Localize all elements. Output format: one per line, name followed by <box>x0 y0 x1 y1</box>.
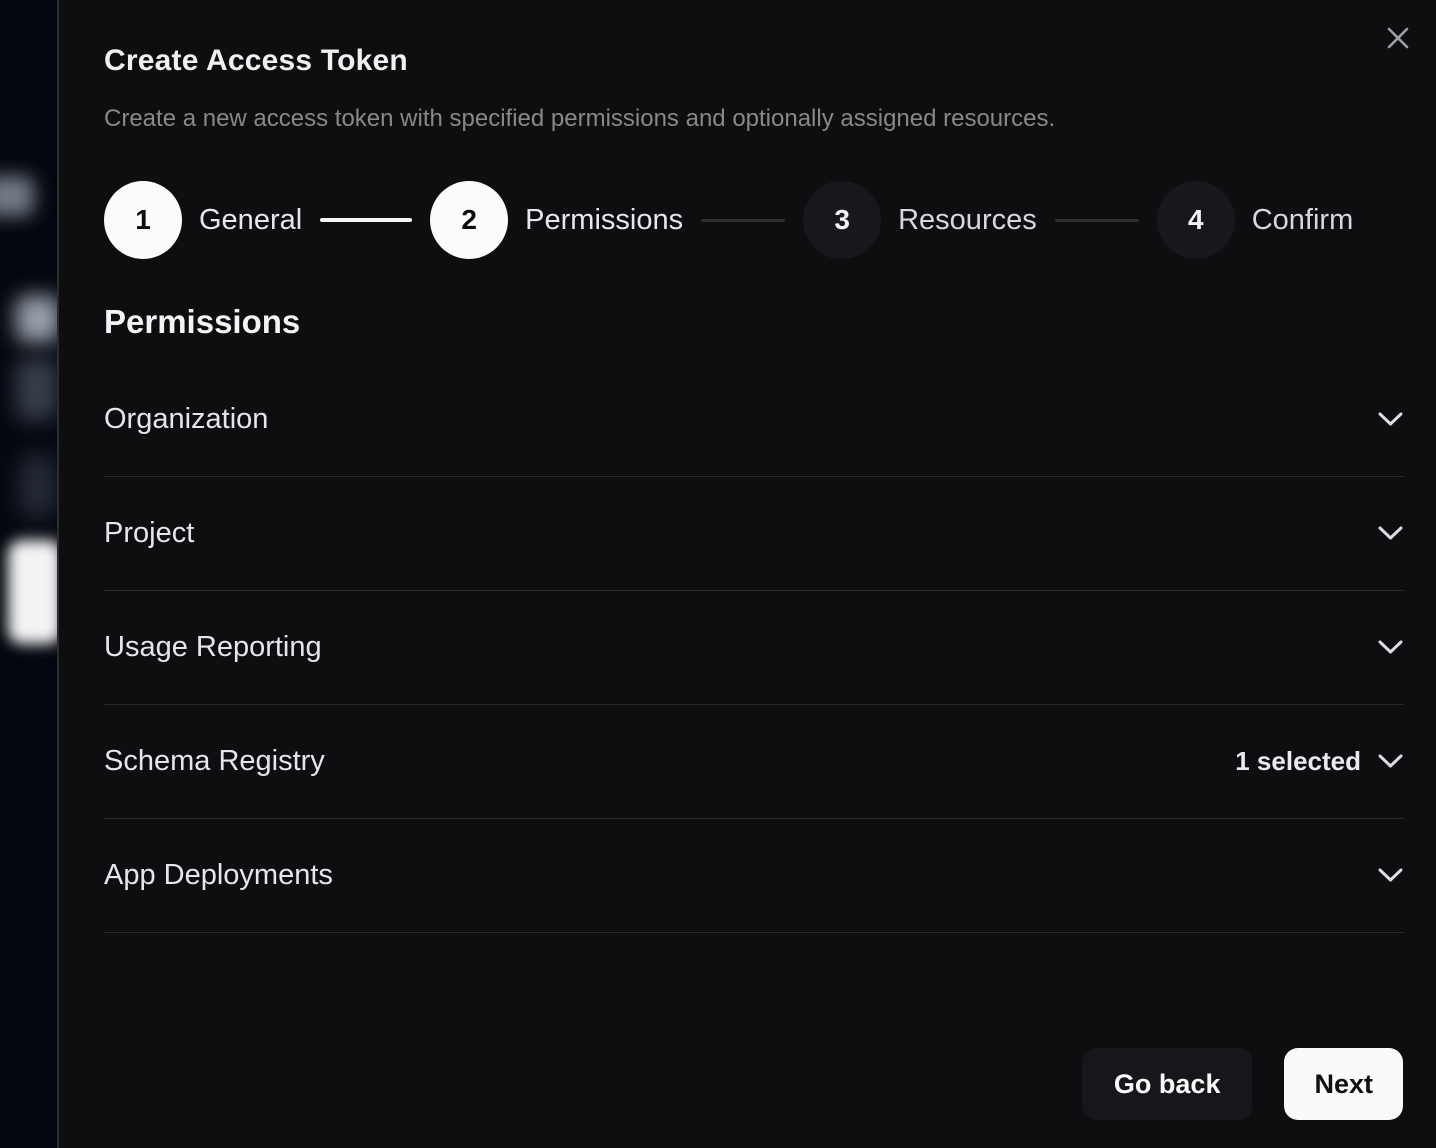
selected-count: 1 selected <box>1235 746 1361 777</box>
blurred-sidebar-item <box>16 358 58 420</box>
modal-footer: Go back Next <box>1082 1048 1403 1120</box>
blurred-sidebar-item <box>16 296 60 342</box>
permission-group-label: Project <box>104 517 194 550</box>
step-confirm[interactable]: 4 Confirm <box>1157 181 1354 259</box>
chevron-down-icon[interactable] <box>1377 867 1404 884</box>
step-label: Resources <box>898 204 1037 237</box>
step-label: Permissions <box>525 204 683 237</box>
blurred-sidebar-card <box>8 540 62 644</box>
permission-group-app-deployments[interactable]: App Deployments <box>104 819 1404 933</box>
close-button[interactable] <box>1378 18 1418 58</box>
step-connector <box>1055 219 1139 222</box>
step-resources[interactable]: 3 Resources <box>803 181 1037 259</box>
step-permissions[interactable]: 2 Permissions <box>430 181 683 259</box>
background-app-blurred <box>0 0 57 1148</box>
permission-group-label: Organization <box>104 403 268 436</box>
chevron-down-icon[interactable] <box>1377 525 1404 542</box>
permission-group-schema-registry[interactable]: Schema Registry 1 selected <box>104 705 1404 819</box>
permissions-heading: Permissions <box>104 303 1404 341</box>
step-label: General <box>199 204 302 237</box>
permission-group-label: Schema Registry <box>104 745 325 778</box>
permission-group-label: Usage Reporting <box>104 631 322 664</box>
modal-title: Create Access Token <box>104 40 1404 80</box>
modal-subtitle: Create a new access token with specified… <box>104 104 1404 134</box>
step-connector <box>701 219 785 222</box>
next-button[interactable]: Next <box>1284 1048 1403 1120</box>
permission-group-label: App Deployments <box>104 859 333 892</box>
blurred-sidebar-item <box>20 455 56 517</box>
permission-group-usage-reporting[interactable]: Usage Reporting <box>104 591 1404 705</box>
step-general[interactable]: 1 General <box>104 181 302 259</box>
create-access-token-modal: Create Access Token Create a new access … <box>57 0 1436 1148</box>
permissions-list: Organization Project Usage Reporting <box>104 363 1404 933</box>
wizard-stepper: 1 General 2 Permissions 3 Resources 4 Co… <box>104 181 1404 259</box>
chevron-down-icon[interactable] <box>1377 753 1404 770</box>
permission-group-project[interactable]: Project <box>104 477 1404 591</box>
step-number-circle: 1 <box>104 181 182 259</box>
blurred-sidebar-item <box>0 176 34 216</box>
step-number-circle: 3 <box>803 181 881 259</box>
go-back-button[interactable]: Go back <box>1082 1048 1253 1120</box>
step-number-circle: 2 <box>430 181 508 259</box>
chevron-down-icon[interactable] <box>1377 639 1404 656</box>
step-number-circle: 4 <box>1157 181 1235 259</box>
step-label: Confirm <box>1252 204 1354 237</box>
step-connector <box>320 218 412 222</box>
x-icon <box>1385 25 1411 51</box>
chevron-down-icon[interactable] <box>1377 411 1404 428</box>
permission-group-organization[interactable]: Organization <box>104 363 1404 477</box>
